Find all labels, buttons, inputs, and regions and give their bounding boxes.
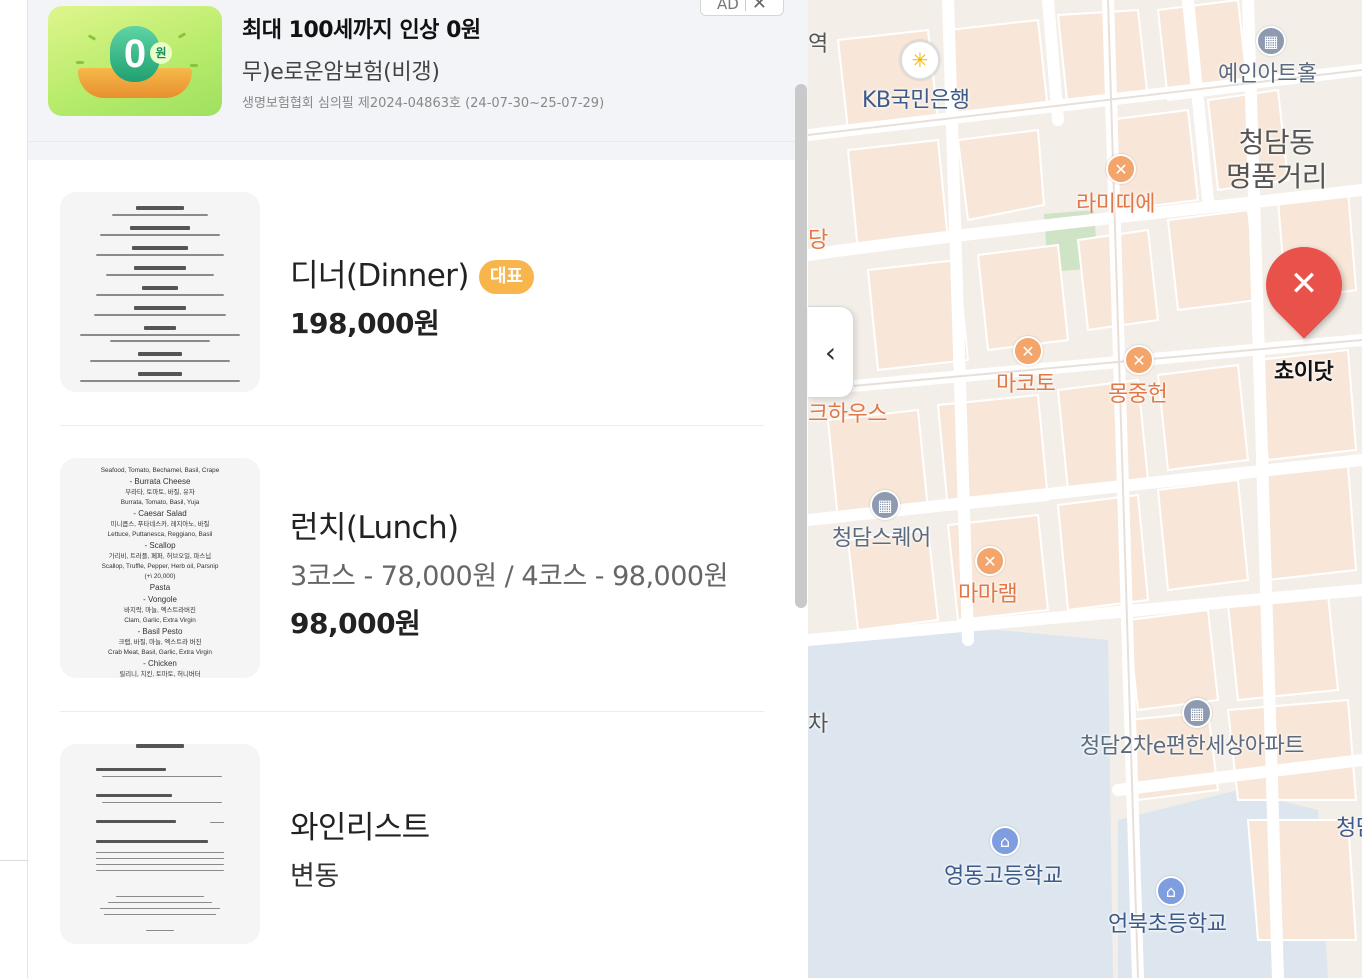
map-label-partial: 청담 bbox=[1336, 816, 1362, 841]
map-view[interactable]: ✳ KB국민은행 ▦ 예인아트홀 청담동 명품거리 ✕ 라미띠에 ✕ 마코토 ✕… bbox=[808, 0, 1362, 978]
fork-knife-icon: ✕ bbox=[1289, 264, 1319, 304]
close-icon[interactable]: ✕ bbox=[752, 0, 767, 13]
lunch-thumb-line: 부라타, 토마토, 바질, 유자 bbox=[125, 487, 195, 496]
lunch-thumb-line: 미니콥스, 푸타네스카, 레지아노, 바질 bbox=[111, 519, 210, 528]
signature-badge: 대표 bbox=[478, 260, 534, 294]
section-gap bbox=[28, 142, 808, 160]
label-line: 청담동 bbox=[1238, 126, 1315, 159]
map-label-eonbuk[interactable]: 언북초등학교 bbox=[1108, 906, 1227, 938]
separator bbox=[744, 0, 746, 11]
menu-name-text: 디너(Dinner) bbox=[290, 258, 469, 294]
menu-price: 98,000원 bbox=[290, 607, 421, 640]
fork-knife-icon[interactable]: ✕ bbox=[1106, 154, 1136, 184]
map-label-mamalamb[interactable]: 마마램 bbox=[958, 576, 1018, 608]
map-label-mongjung[interactable]: 몽중헌 bbox=[1108, 376, 1168, 408]
sparkle-icon bbox=[76, 61, 84, 64]
menu-name: 와인리스트 bbox=[290, 810, 430, 846]
lunch-thumb-line: - Caesar Salad bbox=[133, 509, 186, 518]
lunch-thumb-line: - Chicken bbox=[143, 659, 177, 668]
ad-badge: AD ✕ bbox=[700, 0, 784, 16]
map-label-partial: 당 bbox=[808, 228, 828, 253]
won-badge: 원 bbox=[150, 42, 172, 64]
lunch-thumb-line: Clam, Garlic, Extra Virgin bbox=[124, 617, 196, 624]
school-icon[interactable]: ⌂ bbox=[990, 826, 1020, 856]
lunch-thumb-line: Scallop, Truffle, Pepper, Herb oil, Pars… bbox=[102, 563, 219, 570]
fork-knife-icon[interactable]: ✕ bbox=[1124, 345, 1154, 375]
sparkle-icon bbox=[87, 34, 97, 41]
map-label-partial: 차 bbox=[808, 712, 828, 737]
lunch-thumb-line: 크랩, 바질, 마늘, 엑스트라 버진 bbox=[119, 637, 202, 646]
lunch-menu-image: Seafood, Tomato, Bechamel, Basil, Crape -… bbox=[101, 467, 220, 678]
left-edge-strip bbox=[0, 0, 28, 978]
map-label-lamidie[interactable]: 라미띠에 bbox=[1076, 186, 1155, 218]
sparkle-icon bbox=[177, 32, 187, 39]
building-icon[interactable]: ▦ bbox=[1182, 698, 1212, 728]
building-icon[interactable]: ▦ bbox=[870, 490, 900, 520]
map-label-yein[interactable]: 예인아트홀 bbox=[1218, 56, 1317, 88]
lunch-thumb-line: - Basil Pesto bbox=[138, 627, 183, 636]
menu-thumbnail-lunch[interactable]: Seafood, Tomato, Bechamel, Basil, Crape -… bbox=[60, 458, 260, 678]
lunch-thumb-line: 가리비, 트러플, 페퍼, 허브오일, 파스닙 bbox=[109, 551, 212, 560]
lunch-thumb-line: Seafood, Tomato, Bechamel, Basil, Crape bbox=[101, 467, 220, 474]
chevron-left-icon: ‹ bbox=[824, 335, 837, 369]
lunch-thumb-line: Burrata, Tomato, Basil, Yuja bbox=[121, 499, 200, 506]
lunch-thumb-line: - Vongole bbox=[143, 595, 177, 604]
map-label-makoto[interactable]: 마코토 bbox=[996, 366, 1056, 398]
lunch-thumb-line: (+\ 20,000) bbox=[144, 573, 175, 580]
map-label-kb[interactable]: KB국민은행 bbox=[862, 82, 970, 114]
ad-title[interactable]: 최대 100세까지 인상 0원 bbox=[242, 12, 481, 44]
map-label-cheongdam-street[interactable]: 청담동 명품거리 bbox=[1226, 126, 1328, 194]
divider bbox=[0, 860, 28, 861]
fork-knife-icon[interactable]: ✕ bbox=[975, 546, 1005, 576]
map-label-youngdong[interactable]: 영동고등학교 bbox=[944, 858, 1063, 890]
lunch-thumb-line: 바지락, 마늘, 엑스트라버진 bbox=[124, 605, 196, 614]
sparkle-icon bbox=[190, 64, 198, 67]
building-icon[interactable]: ▦ bbox=[1256, 26, 1286, 56]
map-label-station: 역 bbox=[808, 32, 828, 57]
ad-banner[interactable]: 0 원 최대 100세까지 인상 0원 무)e로운암보험(비갱) 생명보험협회 … bbox=[28, 0, 808, 142]
scrollbar-thumb[interactable] bbox=[795, 84, 807, 608]
lunch-thumb-line: 릴리니, 치킨, 토마토, 허니버터 bbox=[119, 669, 200, 678]
bank-icon[interactable]: ✳ bbox=[900, 40, 940, 80]
ad-disclaimer: 생명보험협회 심의필 제2024-04863호 (24-07-30~25-07-… bbox=[242, 96, 605, 111]
lunch-thumb-line: - Scallop bbox=[144, 541, 176, 550]
map-label-steakhouse[interactable]: 크하우스 bbox=[808, 396, 887, 428]
map-label-selected[interactable]: 쵸이닷 bbox=[1274, 354, 1334, 386]
menu-price-variable: 변동 bbox=[290, 861, 339, 892]
ad-thumbnail[interactable]: 0 원 bbox=[48, 6, 222, 116]
menu-description: 3코스 - 78,000원 / 4코스 - 98,000원 bbox=[290, 561, 728, 592]
fork-knife-icon[interactable]: ✕ bbox=[1013, 336, 1043, 366]
lunch-thumb-line: Lettuce, Puttanesca, Reggiano, Basil bbox=[108, 531, 213, 538]
menu-item-lunch[interactable]: Seafood, Tomato, Bechamel, Basil, Crape -… bbox=[60, 458, 764, 712]
menu-panel: 0 원 최대 100세까지 인상 0원 무)e로운암보험(비갱) 생명보험협회 … bbox=[28, 0, 808, 978]
menu-name: 디너(Dinner) 대표 bbox=[290, 250, 534, 295]
label-line: 명품거리 bbox=[1226, 160, 1328, 193]
menu-thumbnail-wine[interactable] bbox=[60, 744, 260, 944]
menu-name: 런치(Lunch) bbox=[290, 510, 459, 546]
ad-label: AD bbox=[717, 0, 739, 13]
map-label-square[interactable]: 청담스퀘어 bbox=[832, 520, 931, 552]
ad-subtitle[interactable]: 무)e로운암보험(비갱) bbox=[242, 54, 440, 86]
lunch-thumb-line: Pasta bbox=[150, 583, 171, 592]
lunch-thumb-line: Crab Meat, Basil, Garlic, Extra Virgin bbox=[108, 649, 212, 656]
school-icon[interactable]: ⌂ bbox=[1156, 876, 1186, 906]
menu-item-wine-list[interactable]: 와인리스트 변동 bbox=[60, 744, 764, 978]
menu-thumbnail-dinner[interactable] bbox=[60, 192, 260, 392]
menu-item-dinner[interactable]: 디너(Dinner) 대표 198,000원 bbox=[60, 192, 764, 426]
panel-collapse-button[interactable]: ‹ bbox=[808, 306, 854, 398]
menu-price: 198,000원 bbox=[290, 307, 440, 340]
map-label-apart[interactable]: 청담2차e편한세상아파트 bbox=[1080, 728, 1304, 760]
lunch-thumb-line: - Burrata Cheese bbox=[130, 477, 191, 486]
